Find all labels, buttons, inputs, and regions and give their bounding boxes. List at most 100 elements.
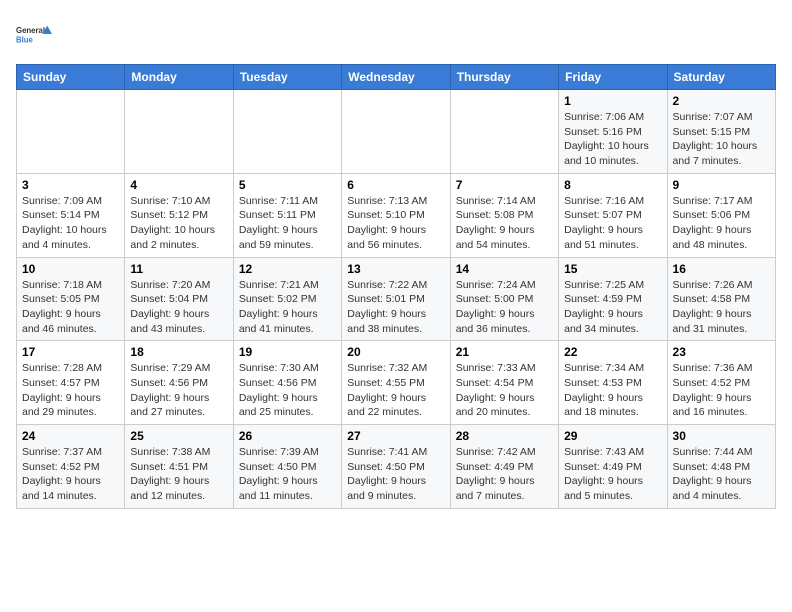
day-number: 19 (239, 345, 336, 359)
day-number: 9 (673, 178, 770, 192)
calendar-cell: 14 Sunrise: 7:24 AM Sunset: 5:00 PM Dayli… (450, 257, 558, 341)
day-number: 11 (130, 262, 227, 276)
day-detail: Sunrise: 7:25 AM Sunset: 4:59 PM Dayligh… (564, 278, 661, 337)
svg-text:Blue: Blue (16, 35, 34, 44)
calendar-cell: 29 Sunrise: 7:43 AM Sunset: 4:49 PM Dayli… (559, 425, 667, 509)
calendar-cell (450, 90, 558, 174)
day-number: 14 (456, 262, 553, 276)
day-number: 18 (130, 345, 227, 359)
day-detail: Sunrise: 7:37 AM Sunset: 4:52 PM Dayligh… (22, 445, 119, 504)
calendar-cell: 28 Sunrise: 7:42 AM Sunset: 4:49 PM Dayli… (450, 425, 558, 509)
day-detail: Sunrise: 7:42 AM Sunset: 4:49 PM Dayligh… (456, 445, 553, 504)
weekday-header-saturday: Saturday (667, 65, 775, 90)
calendar-cell (233, 90, 341, 174)
calendar-week-3: 10 Sunrise: 7:18 AM Sunset: 5:05 PM Dayli… (17, 257, 776, 341)
calendar-cell: 11 Sunrise: 7:20 AM Sunset: 5:04 PM Dayli… (125, 257, 233, 341)
calendar-cell: 19 Sunrise: 7:30 AM Sunset: 4:56 PM Dayli… (233, 341, 341, 425)
day-number: 21 (456, 345, 553, 359)
day-number: 7 (456, 178, 553, 192)
day-detail: Sunrise: 7:14 AM Sunset: 5:08 PM Dayligh… (456, 194, 553, 253)
calendar-week-2: 3 Sunrise: 7:09 AM Sunset: 5:14 PM Daylig… (17, 173, 776, 257)
calendar-cell: 9Sunrise: 7:17 AM Sunset: 5:06 PM Daylig… (667, 173, 775, 257)
day-detail: Sunrise: 7:29 AM Sunset: 4:56 PM Dayligh… (130, 361, 227, 420)
calendar-cell: 6Sunrise: 7:13 AM Sunset: 5:10 PM Daylig… (342, 173, 450, 257)
day-number: 10 (22, 262, 119, 276)
day-number: 15 (564, 262, 661, 276)
day-number: 3 (22, 178, 119, 192)
calendar-cell: 15 Sunrise: 7:25 AM Sunset: 4:59 PM Dayli… (559, 257, 667, 341)
day-number: 16 (673, 262, 770, 276)
day-number: 28 (456, 429, 553, 443)
day-number: 12 (239, 262, 336, 276)
logo: General Blue (16, 16, 52, 52)
day-number: 4 (130, 178, 227, 192)
day-detail: Sunrise: 7:10 AM Sunset: 5:12 PM Dayligh… (130, 194, 227, 253)
weekday-header-row: SundayMondayTuesdayWednesdayThursdayFrid… (17, 65, 776, 90)
calendar-cell: 5 Sunrise: 7:11 AM Sunset: 5:11 PM Daylig… (233, 173, 341, 257)
day-number: 20 (347, 345, 444, 359)
day-detail: Sunrise: 7:43 AM Sunset: 4:49 PM Dayligh… (564, 445, 661, 504)
day-detail: Sunrise: 7:18 AM Sunset: 5:05 PM Dayligh… (22, 278, 119, 337)
day-number: 8 (564, 178, 661, 192)
calendar-cell: 4 Sunrise: 7:10 AM Sunset: 5:12 PM Daylig… (125, 173, 233, 257)
day-detail: Sunrise: 7:26 AM Sunset: 4:58 PM Dayligh… (673, 278, 770, 337)
day-detail: Sunrise: 7:30 AM Sunset: 4:56 PM Dayligh… (239, 361, 336, 420)
calendar-cell (342, 90, 450, 174)
calendar-cell: 7 Sunrise: 7:14 AM Sunset: 5:08 PM Daylig… (450, 173, 558, 257)
calendar-cell: 20 Sunrise: 7:32 AM Sunset: 4:55 PM Dayli… (342, 341, 450, 425)
day-number: 29 (564, 429, 661, 443)
day-detail: Sunrise: 7:09 AM Sunset: 5:14 PM Dayligh… (22, 194, 119, 253)
calendar-cell (125, 90, 233, 174)
weekday-header-tuesday: Tuesday (233, 65, 341, 90)
day-number: 30 (673, 429, 770, 443)
calendar-cell (17, 90, 125, 174)
page-header: General Blue (16, 16, 776, 52)
logo-svg: General Blue (16, 16, 52, 52)
calendar-cell: 10 Sunrise: 7:18 AM Sunset: 5:05 PM Dayli… (17, 257, 125, 341)
calendar-cell: 30 Sunrise: 7:44 AM Sunset: 4:48 PM Dayli… (667, 425, 775, 509)
day-detail: Sunrise: 7:11 AM Sunset: 5:11 PM Dayligh… (239, 194, 336, 253)
day-number: 27 (347, 429, 444, 443)
day-detail: Sunrise: 7:20 AM Sunset: 5:04 PM Dayligh… (130, 278, 227, 337)
day-detail: Sunrise: 7:32 AM Sunset: 4:55 PM Dayligh… (347, 361, 444, 420)
day-number: 5 (239, 178, 336, 192)
day-detail: Sunrise: 7:06 AM Sunset: 5:16 PM Dayligh… (564, 110, 661, 169)
calendar-cell: 26 Sunrise: 7:39 AM Sunset: 4:50 PM Dayli… (233, 425, 341, 509)
weekday-header-friday: Friday (559, 65, 667, 90)
calendar-week-4: 17 Sunrise: 7:28 AM Sunset: 4:57 PM Dayli… (17, 341, 776, 425)
calendar-cell: 23Sunrise: 7:36 AM Sunset: 4:52 PM Dayli… (667, 341, 775, 425)
calendar-cell: 3 Sunrise: 7:09 AM Sunset: 5:14 PM Daylig… (17, 173, 125, 257)
day-detail: Sunrise: 7:24 AM Sunset: 5:00 PM Dayligh… (456, 278, 553, 337)
day-detail: Sunrise: 7:21 AM Sunset: 5:02 PM Dayligh… (239, 278, 336, 337)
day-detail: Sunrise: 7:13 AM Sunset: 5:10 PM Dayligh… (347, 194, 444, 253)
calendar-week-1: 1 Sunrise: 7:06 AM Sunset: 5:16 PM Daylig… (17, 90, 776, 174)
day-detail: Sunrise: 7:28 AM Sunset: 4:57 PM Dayligh… (22, 361, 119, 420)
day-detail: Sunrise: 7:38 AM Sunset: 4:51 PM Dayligh… (130, 445, 227, 504)
calendar-cell: 22Sunrise: 7:34 AM Sunset: 4:53 PM Dayli… (559, 341, 667, 425)
calendar-cell: 24Sunrise: 7:37 AM Sunset: 4:52 PM Dayli… (17, 425, 125, 509)
calendar-cell: 8 Sunrise: 7:16 AM Sunset: 5:07 PM Daylig… (559, 173, 667, 257)
calendar-cell: 27 Sunrise: 7:41 AM Sunset: 4:50 PM Dayli… (342, 425, 450, 509)
calendar-cell: 2Sunrise: 7:07 AM Sunset: 5:15 PM Daylig… (667, 90, 775, 174)
calendar-cell: 13Sunrise: 7:22 AM Sunset: 5:01 PM Dayli… (342, 257, 450, 341)
day-number: 25 (130, 429, 227, 443)
day-detail: Sunrise: 7:34 AM Sunset: 4:53 PM Dayligh… (564, 361, 661, 420)
calendar-table: SundayMondayTuesdayWednesdayThursdayFrid… (16, 64, 776, 509)
day-number: 23 (673, 345, 770, 359)
calendar-cell: 17 Sunrise: 7:28 AM Sunset: 4:57 PM Dayli… (17, 341, 125, 425)
svg-text:General: General (16, 26, 45, 35)
day-number: 26 (239, 429, 336, 443)
day-number: 17 (22, 345, 119, 359)
day-number: 13 (347, 262, 444, 276)
weekday-header-thursday: Thursday (450, 65, 558, 90)
weekday-header-sunday: Sunday (17, 65, 125, 90)
day-detail: Sunrise: 7:44 AM Sunset: 4:48 PM Dayligh… (673, 445, 770, 504)
day-number: 1 (564, 94, 661, 108)
day-number: 2 (673, 94, 770, 108)
day-detail: Sunrise: 7:16 AM Sunset: 5:07 PM Dayligh… (564, 194, 661, 253)
calendar-cell: 1 Sunrise: 7:06 AM Sunset: 5:16 PM Daylig… (559, 90, 667, 174)
day-detail: Sunrise: 7:39 AM Sunset: 4:50 PM Dayligh… (239, 445, 336, 504)
calendar-week-5: 24Sunrise: 7:37 AM Sunset: 4:52 PM Dayli… (17, 425, 776, 509)
weekday-header-monday: Monday (125, 65, 233, 90)
day-detail: Sunrise: 7:41 AM Sunset: 4:50 PM Dayligh… (347, 445, 444, 504)
